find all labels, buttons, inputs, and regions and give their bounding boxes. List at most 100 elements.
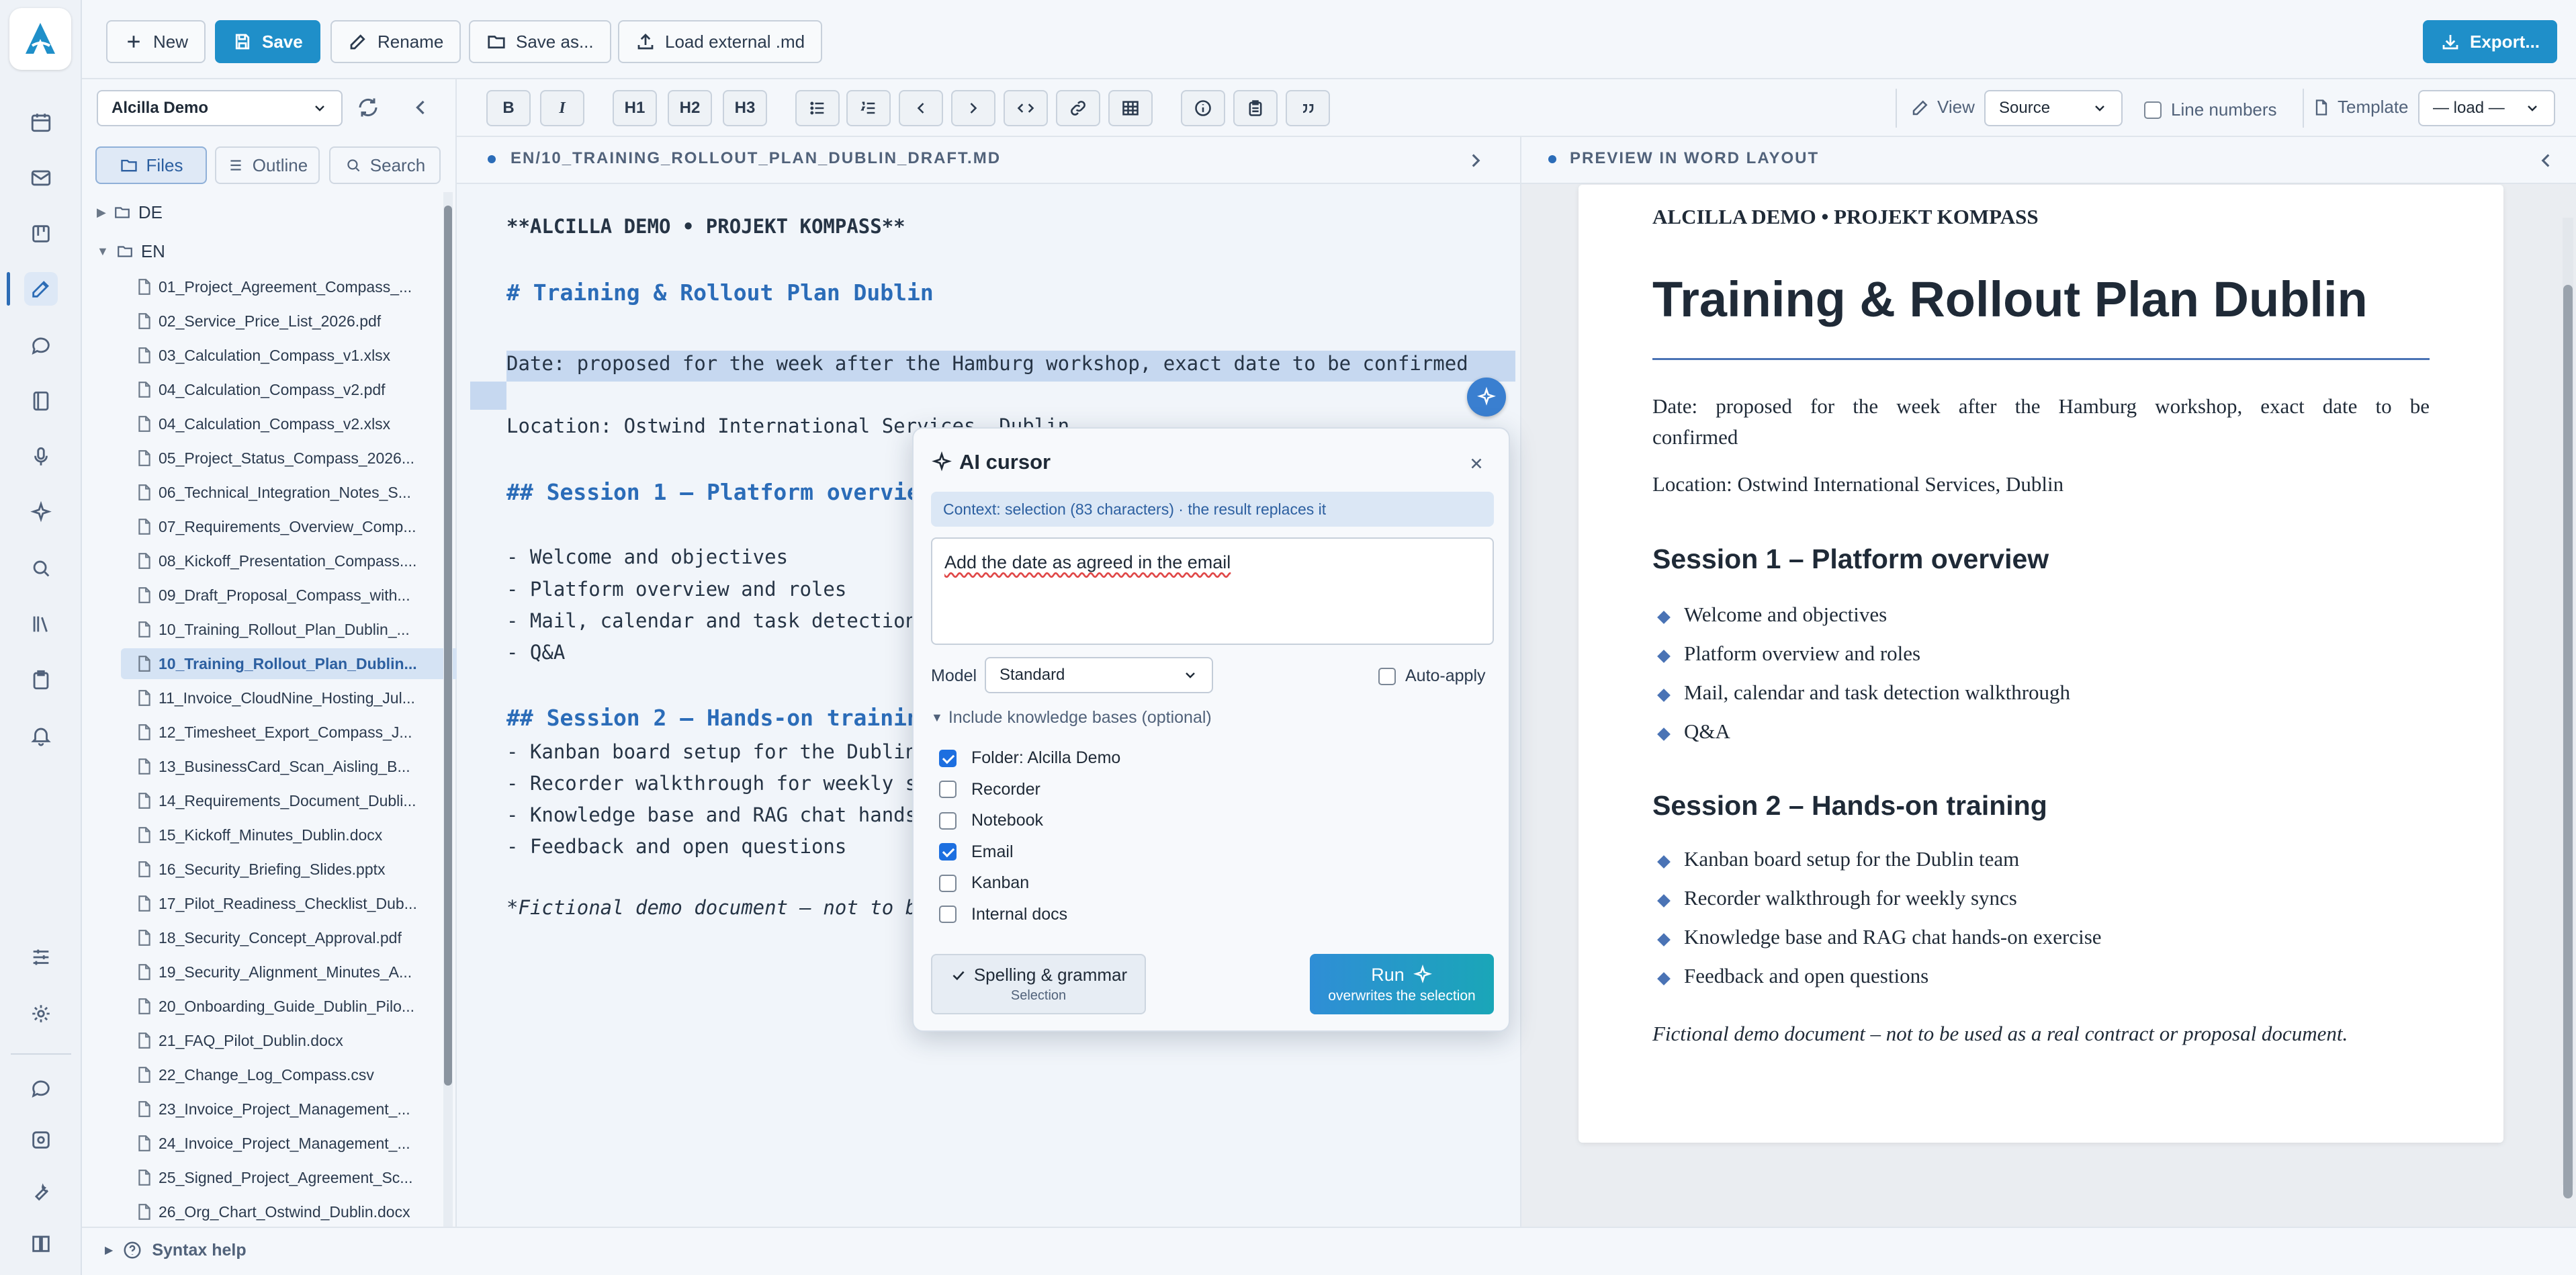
kb-checkbox[interactable] (939, 749, 957, 767)
h1-button[interactable]: H1 (613, 90, 657, 126)
outdent-button[interactable] (899, 90, 943, 126)
file-item[interactable]: 10_Training_Rollout_Plan_Dublin... (121, 648, 459, 679)
mail-icon[interactable] (24, 161, 58, 195)
line-numbers-toggle[interactable]: Line numbers (2144, 99, 2277, 120)
quote-button[interactable] (1286, 90, 1330, 126)
storage-icon[interactable] (24, 1123, 58, 1157)
app-logo[interactable] (9, 8, 71, 70)
file-item-label: 13_BusinessCard_Scan_Aisling_B... (159, 757, 410, 775)
file-item-label: 11_Invoice_CloudNine_Hosting_Jul... (159, 689, 415, 707)
kb-checkbox[interactable] (939, 843, 957, 861)
spelling-button[interactable]: Spelling & grammar Selection (931, 954, 1146, 1014)
line-numbers-checkbox[interactable] (2144, 101, 2162, 119)
kb-option[interactable]: Kanban (939, 873, 1029, 893)
folder-en[interactable]: ▼ EN (97, 238, 165, 265)
save-button[interactable]: Save (215, 20, 320, 63)
close-icon[interactable] (1462, 449, 1491, 478)
italic-button[interactable]: I (540, 90, 584, 126)
doc-s2-item: Knowledge base and RAG chat hands-on exe… (1684, 925, 2102, 949)
sliders-icon[interactable] (24, 940, 58, 974)
file-icon (138, 484, 150, 500)
kb-disclosure[interactable]: ▼ Include knowledge bases (optional) (931, 708, 1212, 728)
chat-icon[interactable] (24, 328, 58, 362)
new-button[interactable]: New (106, 20, 206, 63)
bullet-list-button[interactable] (795, 90, 840, 126)
template-select[interactable]: — load — (2418, 90, 2555, 126)
folder-icon (115, 207, 130, 218)
ai-prompt-input[interactable]: Add the date as agreed in the email (931, 537, 1494, 645)
settings-icon[interactable] (24, 997, 58, 1030)
tab-search[interactable]: Search (329, 146, 441, 184)
template-select-value: — load — (2433, 99, 2505, 117)
kb-option[interactable]: Internal docs (939, 905, 1067, 924)
folder-de-label: DE (138, 202, 163, 222)
clipboard-button[interactable] (1233, 90, 1278, 126)
sparkle-icon[interactable] (24, 496, 58, 529)
kb-checkbox[interactable] (939, 811, 957, 830)
caret-right-icon: ▶ (105, 1245, 114, 1256)
kb-checkbox[interactable] (939, 874, 957, 892)
library-icon[interactable] (24, 607, 58, 641)
assistant-icon[interactable] (24, 1071, 58, 1105)
bold-button[interactable]: B (486, 90, 531, 126)
load-external-button[interactable]: Load external .md (618, 20, 823, 63)
project-select[interactable]: Alcilla Demo (97, 90, 343, 126)
kb-option[interactable]: Email (939, 842, 1014, 862)
code-line-12: - Recorder walkthrough for weekly syncs (506, 772, 964, 795)
book-icon[interactable] (24, 1227, 58, 1260)
numbered-list-button[interactable] (846, 90, 891, 126)
search-icon[interactable] (24, 552, 58, 585)
indent-button[interactable] (951, 90, 995, 126)
file-item-label: 26_Org_Chart_Ostwind_Dublin.docx (159, 1202, 410, 1221)
info-button[interactable] (1181, 90, 1225, 126)
scrollbar-thumb[interactable] (444, 206, 452, 1086)
file-item-label: 02_Service_Price_List_2026.pdf (159, 312, 382, 330)
kb-option[interactable]: Notebook (939, 811, 1043, 830)
kb-checkbox[interactable] (939, 781, 957, 798)
preview-title: PREVIEW IN WORD LAYOUT (1570, 149, 1820, 167)
folder-de[interactable]: ▶ DE (97, 199, 163, 226)
view-select[interactable]: Source (1984, 90, 2123, 126)
kb-option[interactable]: Recorder (939, 780, 1040, 799)
caret-right-icon: ▶ (97, 205, 106, 219)
auto-apply-toggle[interactable]: Auto-apply (1378, 666, 1486, 686)
link-button[interactable] (1056, 90, 1100, 126)
kb-option[interactable]: Folder: Alcilla Demo (939, 748, 1120, 768)
tab-outline[interactable]: Outline (215, 146, 320, 184)
ai-cursor-button[interactable] (1467, 378, 1506, 416)
model-select[interactable]: Standard (985, 657, 1213, 693)
preview-scrollbar-thumb[interactable] (2563, 285, 2573, 1198)
file-icon (138, 1032, 150, 1049)
calendar-icon[interactable] (24, 105, 58, 139)
rename-button[interactable]: Rename (330, 20, 461, 63)
bell-icon[interactable] (24, 719, 58, 752)
doc-s1-item: Q&A (1684, 719, 1730, 743)
notebook-icon[interactable] (24, 384, 58, 418)
clipboard-icon[interactable] (24, 663, 58, 697)
code-button[interactable] (1004, 90, 1048, 126)
collapse-sidebar-icon[interactable] (408, 95, 435, 122)
template-label: Template (2338, 97, 2409, 117)
ai-cursor-dialog: AI cursor Context: selection (83 charact… (912, 427, 1510, 1032)
table-button[interactable] (1108, 90, 1153, 126)
tab-files[interactable]: Files (95, 146, 207, 184)
microphone-icon[interactable] (24, 440, 58, 474)
h2-button[interactable]: H2 (668, 90, 712, 126)
chevron-down-icon (315, 105, 324, 112)
chevron-right-icon[interactable] (1464, 149, 1489, 173)
kanban-icon[interactable] (24, 217, 58, 251)
doc-date-line2: confirmed (1652, 425, 1738, 449)
chevron-left-icon[interactable] (2534, 149, 2559, 173)
refresh-icon[interactable] (356, 95, 383, 122)
h2-label: H2 (679, 99, 701, 117)
editor-icon[interactable] (24, 272, 58, 306)
auto-apply-checkbox[interactable] (1378, 667, 1396, 685)
export-button[interactable]: Export... (2423, 20, 2558, 63)
kb-checkbox[interactable] (939, 906, 957, 923)
ai-prompt-value: Add the date as agreed in the email (944, 552, 1231, 572)
h3-button[interactable]: H3 (723, 90, 767, 126)
wrench-icon[interactable] (24, 1175, 58, 1208)
run-button[interactable]: Run overwrites the selection (1310, 954, 1494, 1014)
syntax-help-toggle[interactable]: ▶ Syntax help (105, 1240, 247, 1260)
save-as-button[interactable]: Save as... (469, 20, 611, 63)
